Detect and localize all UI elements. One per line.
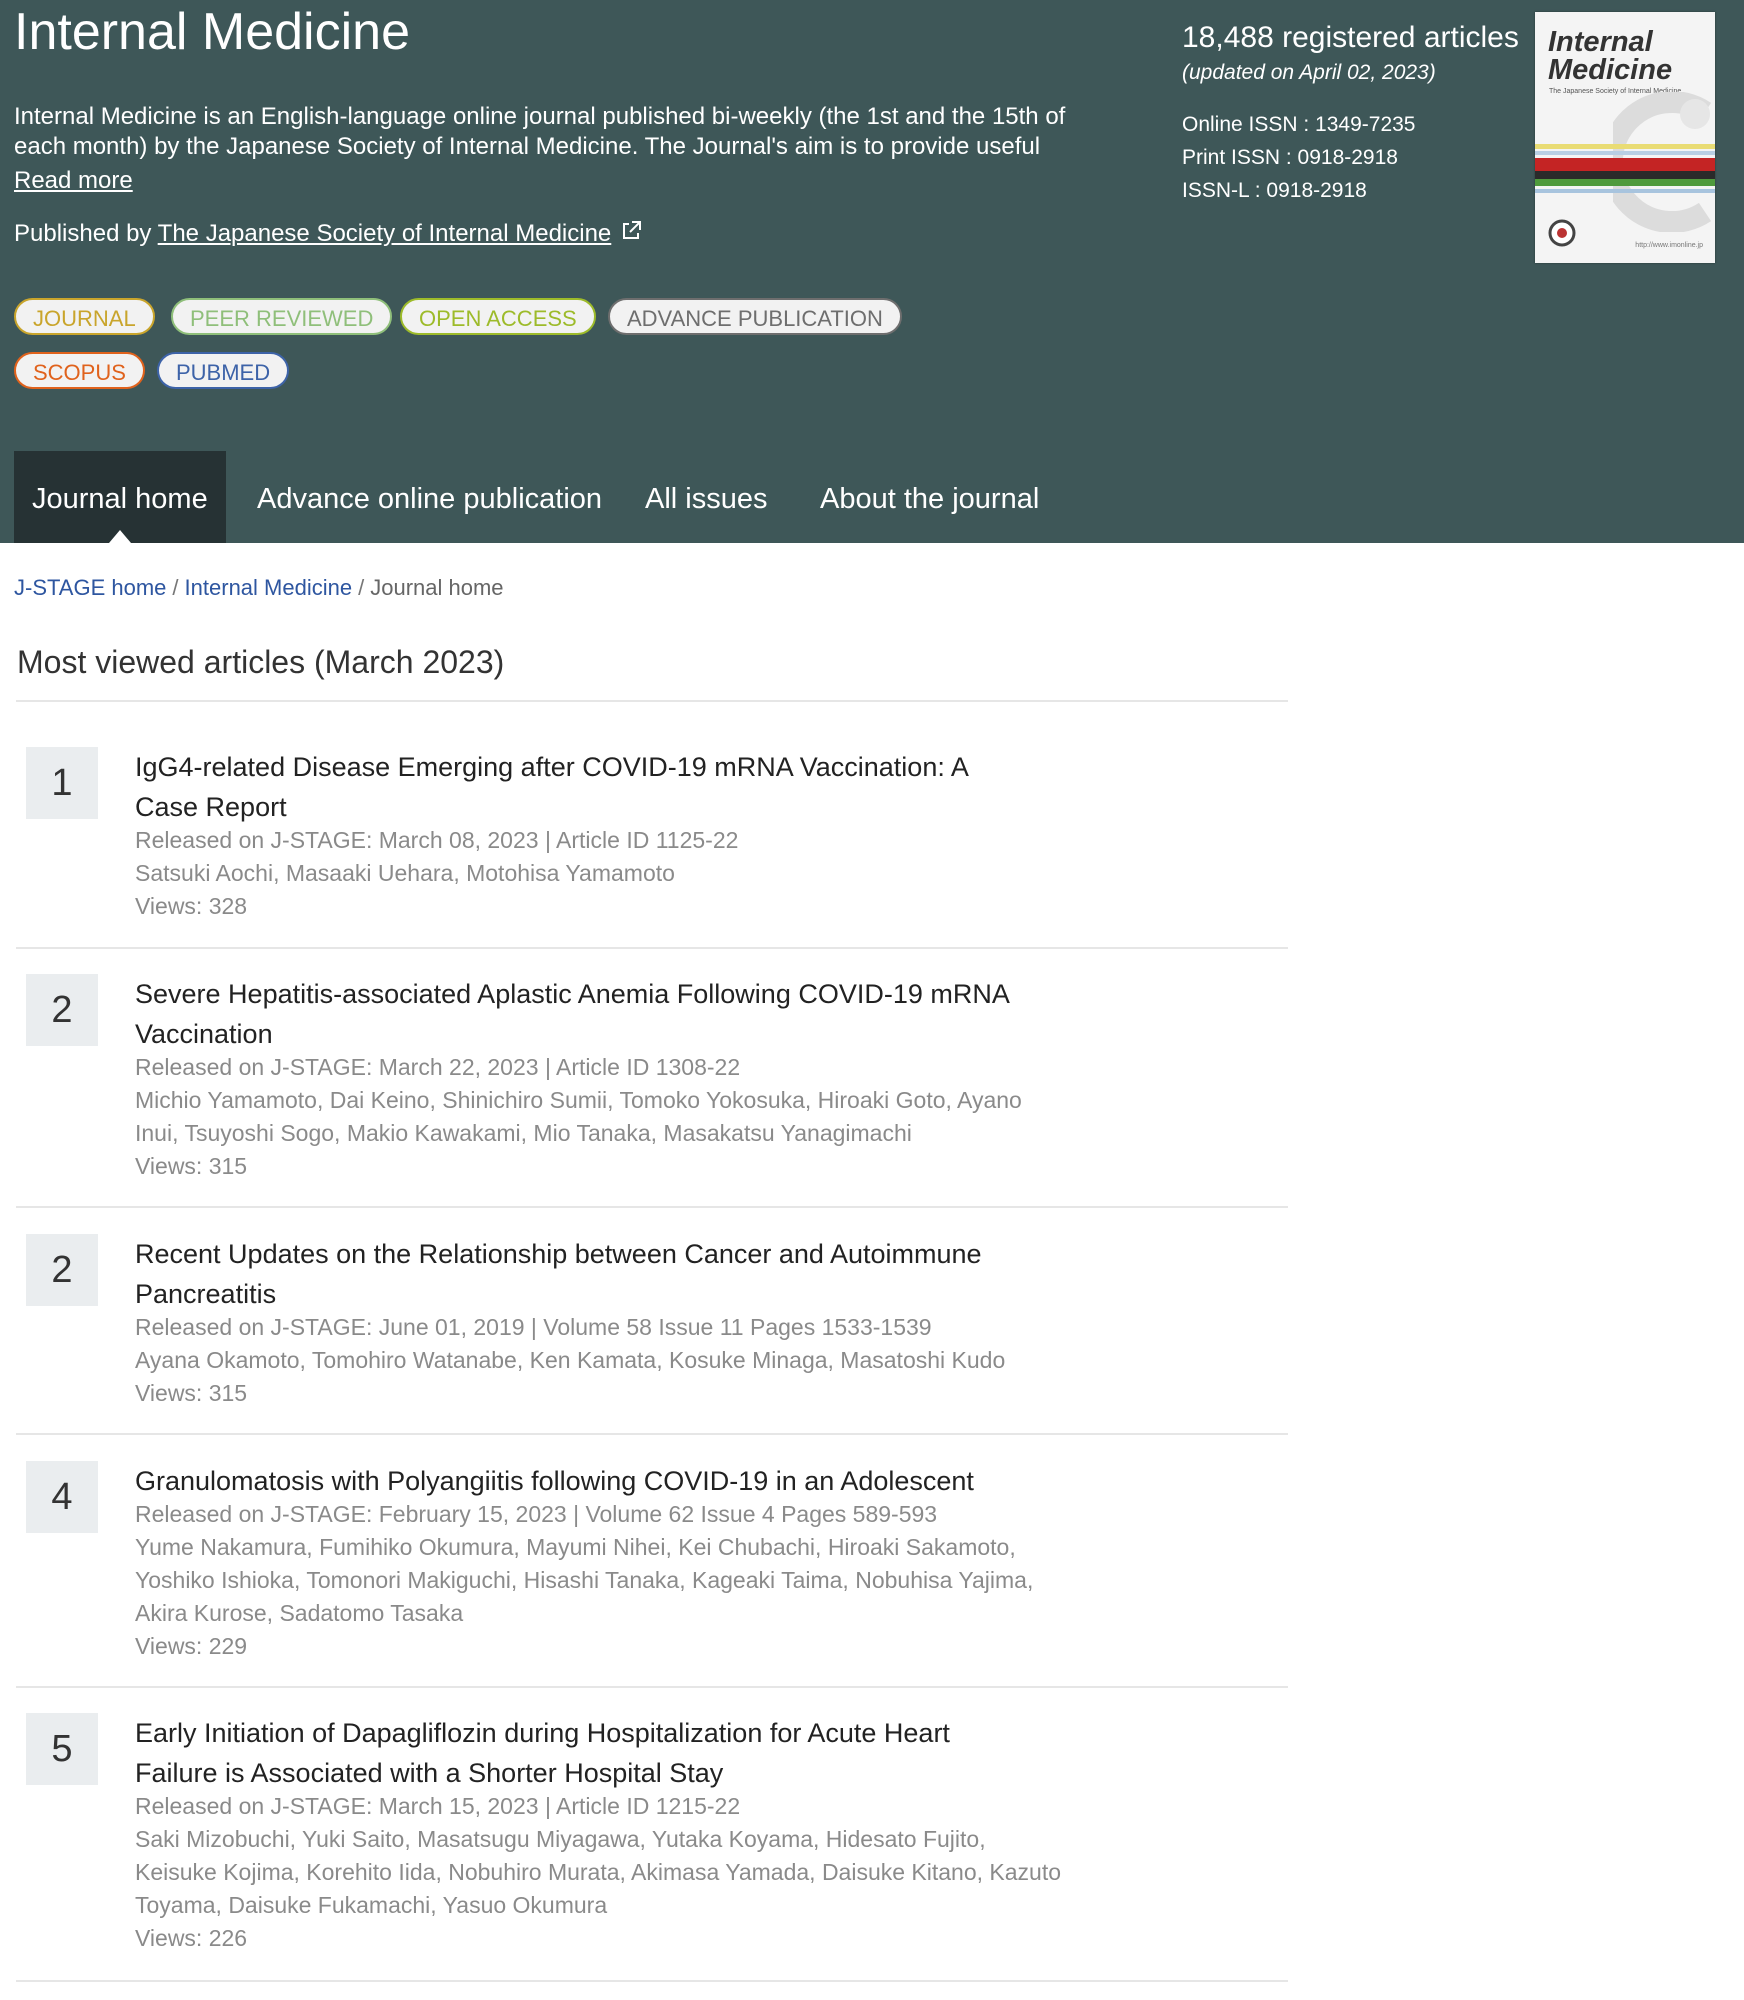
print-issn: Print ISSN : 0918-2918 xyxy=(1182,146,1398,169)
cover-stripe-green xyxy=(1535,179,1715,186)
badge-scopus[interactable]: SCOPUS xyxy=(14,352,145,389)
cover-stripe-yellow xyxy=(1535,144,1715,149)
article-rank: 2 xyxy=(26,1234,98,1306)
article-title-link[interactable]: Recent Updates on the Relationship betwe… xyxy=(135,1234,1025,1314)
divider xyxy=(16,700,1288,702)
cover-stripe-blue xyxy=(1535,151,1715,155)
breadcrumb: J-STAGE home / Internal Medicine / Journal h… xyxy=(14,574,504,602)
cover-stripe-red xyxy=(1535,158,1715,171)
cover-title: Internal Medicine xyxy=(1548,26,1673,86)
cover-stripe-lightblue xyxy=(1535,189,1715,193)
article-authors: Yume Nakamura, Fumihiko Okumura, Mayumi … xyxy=(135,1534,1034,1626)
badge-peer-reviewed[interactable]: PEER REVIEWED xyxy=(171,298,393,335)
article-title-link[interactable]: IgG4-related Disease Emerging after COVI… xyxy=(135,747,1025,827)
breadcrumb-jstage-home[interactable]: J-STAGE home xyxy=(14,575,166,600)
badge-pubmed[interactable]: PUBMED xyxy=(157,352,290,389)
article-title-link[interactable]: Early Initiation of Dapagliflozin during… xyxy=(135,1713,1025,1793)
article-authors: Saki Mizobuchi, Yuki Saito, Masatsugu Mi… xyxy=(135,1826,1062,1918)
article-views: Views: 315 xyxy=(135,1380,248,1406)
online-issn: Online ISSN : 1349-7235 xyxy=(1182,113,1416,136)
tab-advance-online-publication[interactable]: Advance online publication xyxy=(257,451,602,543)
journal-header: Internal Medicine Internal Medicine is a… xyxy=(0,0,1744,543)
badge-advance-publication[interactable]: ADVANCE PUBLICATION xyxy=(608,298,902,335)
article-authors: Michio Yamamoto, Dai Keino, Shinichiro S… xyxy=(135,1087,1022,1146)
article-release-info: Released on J-STAGE: June 01, 2019 | Vol… xyxy=(135,1314,932,1340)
cover-stripe-black xyxy=(1535,171,1715,179)
article-rank: 4 xyxy=(26,1461,98,1533)
article-title-link[interactable]: Severe Hepatitis-associated Aplastic Ane… xyxy=(135,974,1025,1054)
article-rank: 5 xyxy=(26,1713,98,1785)
article-views: Views: 226 xyxy=(135,1925,248,1951)
divider xyxy=(16,1980,1288,1982)
article-release-info: Released on J-STAGE: March 08, 2023 | Ar… xyxy=(135,827,739,853)
published-by-label: Published by xyxy=(14,220,158,247)
article-views: Views: 229 xyxy=(135,1633,248,1659)
breadcrumb-current: Journal home xyxy=(370,575,504,600)
cover-seal-icon xyxy=(1548,219,1576,247)
divider xyxy=(16,947,1288,949)
journal-cover[interactable]: Internal Medicine The Japanese Society of… xyxy=(1535,12,1715,263)
read-more-link[interactable]: Read more xyxy=(14,166,133,196)
journal-stats: 18,488 registered articles (updated on A… xyxy=(1182,18,1519,207)
divider xyxy=(16,1686,1288,1688)
article-authors: Ayana Okamoto, Tomohiro Watanabe, Ken Ka… xyxy=(135,1347,1006,1373)
section-title: Most viewed articles (March 2023) xyxy=(17,644,505,680)
external-link-icon[interactable] xyxy=(619,219,643,251)
article-views: Views: 315 xyxy=(135,1153,248,1179)
cover-url: http://www.imonline.jp xyxy=(1635,242,1703,249)
tab-journal-home[interactable]: Journal home xyxy=(14,451,226,543)
breadcrumb-internal-medicine[interactable]: Internal Medicine xyxy=(185,575,353,600)
article-views: Views: 328 xyxy=(135,893,248,919)
divider xyxy=(16,1206,1288,1208)
registered-count: 18,488 registered articles xyxy=(1182,21,1519,54)
active-tab-arrow-icon xyxy=(108,530,131,543)
breadcrumb-separator: / xyxy=(172,575,179,600)
journal-description: Internal Medicine is an English-language… xyxy=(14,103,1066,160)
article-rank: 1 xyxy=(26,747,98,819)
badge-open-access[interactable]: OPEN ACCESS xyxy=(400,298,596,335)
article-release-info: Released on J-STAGE: March 15, 2023 | Ar… xyxy=(135,1793,741,1819)
publisher-link[interactable]: The Japanese Society of Internal Medicin… xyxy=(158,220,612,247)
badge-journal[interactable]: JOURNAL xyxy=(14,298,155,335)
updated-date: (updated on April 02, 2023) xyxy=(1182,61,1436,84)
tab-all-issues[interactable]: All issues xyxy=(645,451,768,543)
published-by: Published by The Japanese Society of Int… xyxy=(14,219,643,251)
article-title-link[interactable]: Granulomatosis with Polyangiitis followi… xyxy=(135,1461,1025,1501)
issn-l: ISSN-L : 0918-2918 xyxy=(1182,179,1367,202)
journal-title: Internal Medicine xyxy=(14,3,410,61)
article-release-info: Released on J-STAGE: March 22, 2023 | Ar… xyxy=(135,1054,741,1080)
breadcrumb-separator: / xyxy=(358,575,365,600)
article-release-info: Released on J-STAGE: February 15, 2023 |… xyxy=(135,1501,938,1527)
divider xyxy=(16,1433,1288,1435)
article-authors: Satsuki Aochi, Masaaki Uehara, Motohisa … xyxy=(135,860,675,886)
tab-about-the-journal[interactable]: About the journal xyxy=(820,451,1039,543)
article-rank: 2 xyxy=(26,974,98,1046)
